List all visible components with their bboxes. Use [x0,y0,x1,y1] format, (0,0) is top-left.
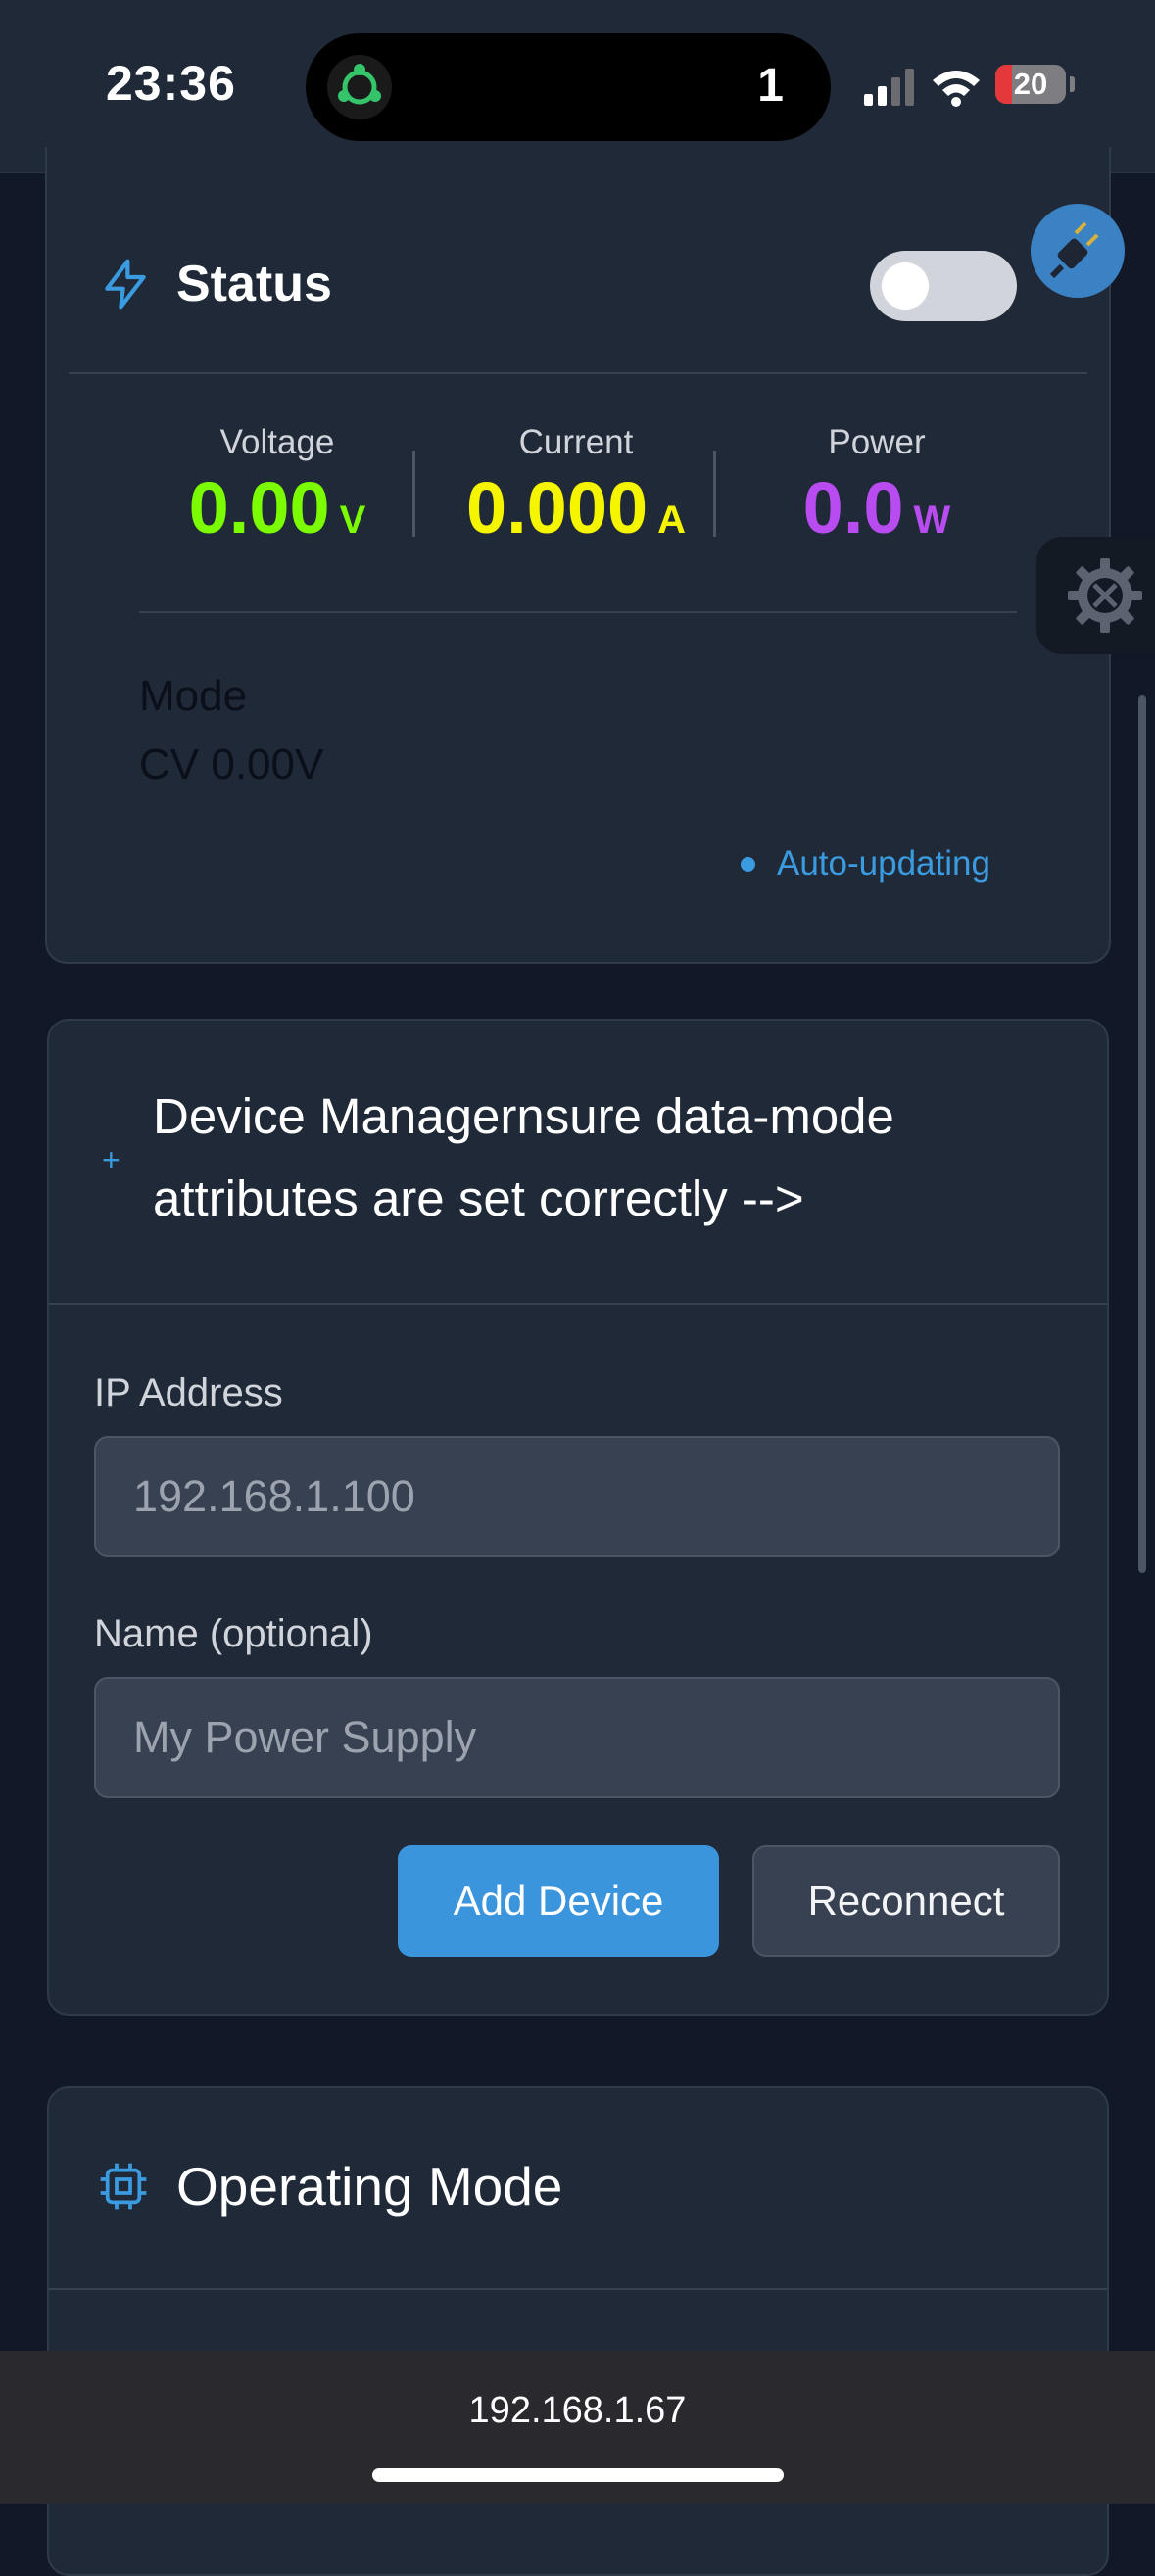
live-dot-icon [741,856,755,872]
metrics-divider [139,611,1017,613]
voltage-value: 0.00 [188,467,330,549]
status-title: Status [176,256,332,312]
browser-address-bar[interactable]: 192.168.1.67 [0,2351,1155,2504]
home-indicator[interactable] [372,2468,784,2482]
add-device-button[interactable]: Add Device [398,1845,719,1957]
clock: 23:36 [106,56,236,111]
auto-updating-indicator: Auto-updating [741,844,990,883]
battery-level: 20 [1013,67,1048,101]
current-unit: A [657,499,687,542]
metric-separator [412,451,415,537]
power-label: Power [828,423,926,461]
power-metric: Power 0.0 W [764,423,989,549]
reconnect-button[interactable]: Reconnect [752,1845,1060,1957]
status-divider [69,372,1087,374]
current-label: Current [518,423,634,461]
url-text[interactable]: 192.168.1.67 [0,2390,1155,2432]
metric-separator [713,451,716,537]
plus-icon: + [102,1142,120,1177]
tools-gear-icon [1068,558,1142,633]
ip-address-label: IP Address [94,1371,283,1414]
connection-button[interactable] [1031,204,1125,298]
plug-icon [1049,221,1099,279]
current-value: 0.000 [465,467,649,549]
signal-wifi-icon [864,69,980,107]
opmode-divider [49,2288,1107,2290]
output-toggle[interactable] [870,251,1017,321]
auto-updating-text: Auto-updating [777,844,990,883]
dynamic-island[interactable]: 1 [306,33,831,141]
current-metric: Current 0.000 A [447,423,705,549]
mode-value: CV 0.00V [139,740,324,788]
battery-tip [1070,76,1075,92]
voltage-unit: V [339,499,366,542]
page-scrollbar[interactable] [1138,695,1146,1573]
device-manager-title: Device Managernsure data-mode attributes… [153,1088,894,1226]
battery-icon: 20 [995,65,1066,104]
device-name-input[interactable] [94,1677,1060,1798]
toggle-knob [882,262,929,310]
cpu-chip-icon [100,2163,147,2210]
power-value: 0.0 [802,467,904,549]
status-header: Status [98,225,332,343]
device-name-label: Name (optional) [94,1612,373,1655]
power-unit: W [913,499,951,542]
settings-button[interactable] [1036,537,1155,654]
device-divider [49,1303,1107,1305]
operating-mode-title: Operating Mode [176,2156,563,2217]
island-counter: 1 [757,60,784,112]
voltage-label: Voltage [219,423,335,461]
voltage-metric: Voltage 0.00 V [167,423,388,549]
ip-address-input[interactable] [94,1436,1060,1557]
lightning-icon [105,259,146,310]
mode-label: Mode [139,672,248,720]
ubuntu-icon [327,55,392,119]
